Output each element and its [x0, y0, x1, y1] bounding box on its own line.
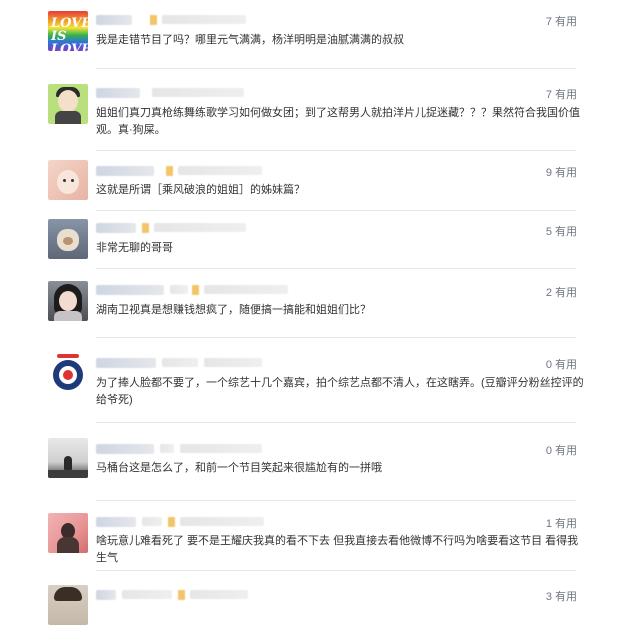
- useful-vote-button[interactable]: 3 有用: [546, 588, 577, 604]
- useful-count: 3: [545, 591, 552, 603]
- rating-badge-blurred: [166, 166, 173, 176]
- useful-vote-button[interactable]: 0 有用: [546, 442, 577, 458]
- useful-count: 0: [545, 359, 552, 371]
- rating-badge-blurred: [192, 285, 199, 295]
- comment-text: 姐姐们真刀真枪练舞练歌学习如何做女团；到了这帮男人就拍洋片儿捉迷藏？？？果然符合…: [96, 107, 580, 136]
- avatar-logo-text: LOVE IS LOVE: [51, 16, 88, 51]
- rating-badge-blurred: [178, 590, 185, 600]
- useful-count: 2: [545, 287, 552, 299]
- comment-meta-blurred: [154, 223, 246, 232]
- child-photo-avatar[interactable]: [48, 160, 88, 200]
- comment-meta-blurred: [178, 166, 262, 175]
- useful-vote-button[interactable]: 5 有用: [546, 223, 577, 239]
- comment-meta-blurred: [204, 285, 288, 294]
- useful-count: 0: [545, 445, 552, 457]
- comment-text: 湖南卫视真是想赚钱想疯了，随便搞一搞能和姐姐们比？: [96, 304, 371, 316]
- useful-vote-button[interactable]: 0 有用: [546, 356, 577, 372]
- comment-text: 我是走错节目了吗？哪里元气满满，杨洋明明是油腻满满的叔叔: [96, 34, 404, 46]
- useful-label: 有用: [555, 89, 577, 101]
- comment-divider: [96, 570, 576, 571]
- username-blurred[interactable]: [96, 166, 154, 176]
- comment-divider: [96, 422, 576, 423]
- comment-meta-blurred: [122, 590, 172, 599]
- girl-portrait-avatar[interactable]: [48, 281, 88, 321]
- useful-vote-button[interactable]: 7 有用: [546, 86, 577, 102]
- comment-meta-blurred: [180, 517, 264, 526]
- useful-count: 5: [545, 226, 552, 238]
- comment-meta-blurred: [162, 15, 246, 24]
- useful-label: 有用: [555, 518, 577, 530]
- comment-list: LOVE IS LOVE 7 有用 我是走错节目了吗？哪里元气满满，杨洋明明是油腻…: [0, 0, 640, 625]
- comment-meta-blurred: [204, 358, 262, 367]
- useful-label: 有用: [555, 445, 577, 457]
- partial-photo-avatar[interactable]: [48, 585, 88, 625]
- comment-text: 非常无聊的哥哥: [96, 242, 173, 254]
- comment-meta-blurred: [160, 444, 174, 453]
- useful-label: 有用: [555, 287, 577, 299]
- useful-vote-button[interactable]: 9 有用: [546, 164, 577, 180]
- comment-text: 为了捧人脸都不要了，一个综艺十几个嘉宾，拍个综艺点都不清人，在这瞎弄。(豆瓣评分…: [96, 377, 584, 406]
- silhouette-photo-avatar[interactable]: [48, 438, 88, 478]
- useful-label: 有用: [555, 226, 577, 238]
- useful-count: 7: [545, 16, 552, 28]
- comment-divider: [96, 268, 576, 269]
- puppy-photo-avatar[interactable]: [48, 219, 88, 259]
- useful-vote-button[interactable]: 1 有用: [546, 515, 577, 531]
- comment-meta-blurred: [142, 517, 162, 526]
- pink-silhouette-avatar[interactable]: [48, 513, 88, 553]
- psg-logo-avatar[interactable]: [48, 354, 88, 394]
- comment-meta-blurred: [180, 444, 262, 453]
- username-blurred[interactable]: [96, 223, 136, 233]
- username-blurred[interactable]: [96, 590, 116, 600]
- username-blurred[interactable]: [96, 285, 164, 295]
- useful-label: 有用: [555, 167, 577, 179]
- comment-divider: [96, 210, 576, 211]
- username-blurred[interactable]: [96, 15, 132, 25]
- rating-badge-blurred: [168, 517, 175, 527]
- comment-divider: [96, 337, 576, 338]
- useful-vote-button[interactable]: 2 有用: [546, 284, 577, 300]
- useful-count: 7: [545, 89, 552, 101]
- comment-meta-blurred: [170, 285, 188, 294]
- cartoon-girl-avatar[interactable]: [48, 84, 88, 124]
- username-blurred[interactable]: [96, 517, 136, 527]
- useful-label: 有用: [555, 591, 577, 603]
- useful-count: 1: [545, 518, 552, 530]
- useful-count: 9: [545, 167, 552, 179]
- useful-vote-button[interactable]: 7 有用: [546, 13, 577, 29]
- username-blurred[interactable]: [96, 358, 156, 368]
- comment-text: 啥玩意儿难看死了 要不是王耀庆我真的看不下去 但我直接去看他微博不行吗为啥要看这…: [96, 535, 579, 564]
- comment-meta-blurred: [152, 88, 244, 97]
- username-blurred[interactable]: [96, 444, 154, 454]
- rainbow-love-avatar[interactable]: LOVE IS LOVE: [48, 11, 88, 51]
- comment-divider: [96, 500, 576, 501]
- useful-label: 有用: [555, 359, 577, 371]
- comment-text: 这就是所谓［乘风破浪的姐姐］的姊妹篇？: [96, 184, 305, 196]
- username-blurred[interactable]: [96, 88, 140, 98]
- rating-badge-blurred: [142, 223, 149, 233]
- rating-badge-blurred: [150, 15, 157, 25]
- useful-label: 有用: [555, 16, 577, 28]
- comment-text: 马桶台这是怎么了，和前一个节目笑起来很尴尬有的一拼哦: [96, 462, 382, 474]
- comment-divider: [96, 150, 576, 151]
- comment-meta-blurred: [162, 358, 198, 367]
- comment-divider: [96, 68, 576, 69]
- comment-meta-blurred: [190, 590, 248, 599]
